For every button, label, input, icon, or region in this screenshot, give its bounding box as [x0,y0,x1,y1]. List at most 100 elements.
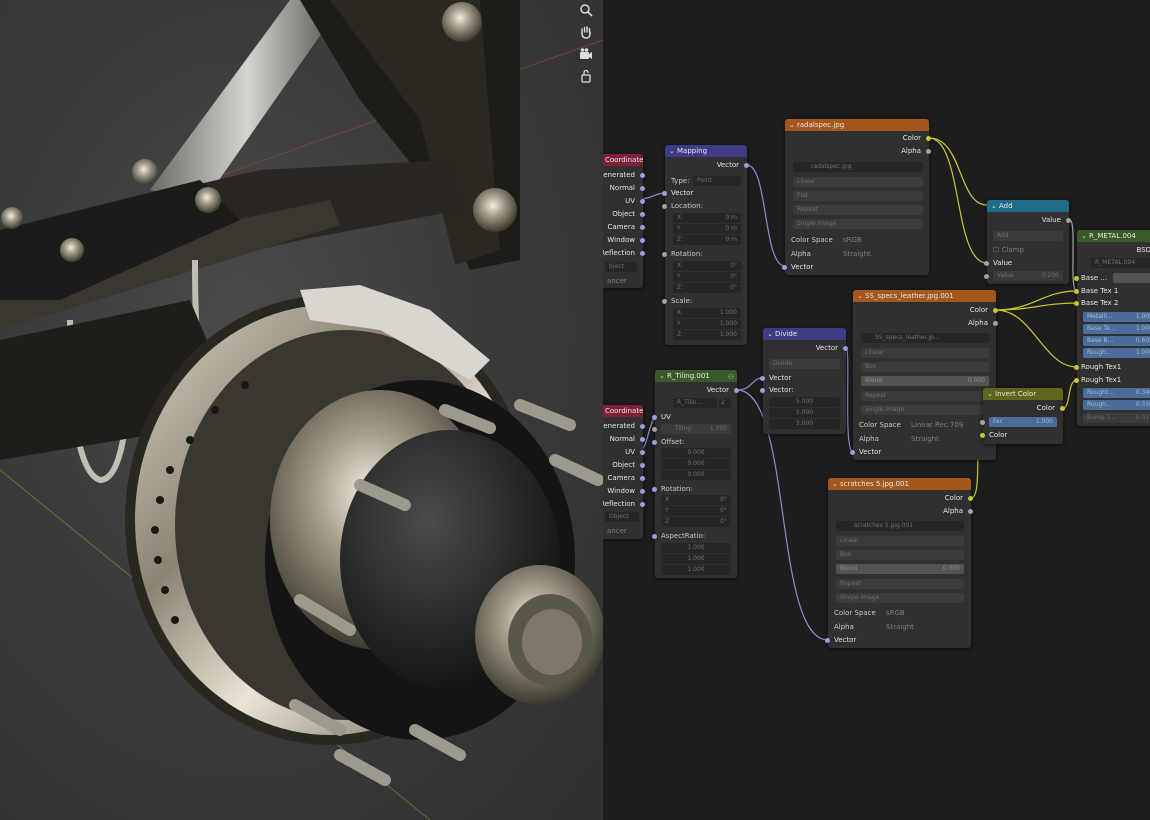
extension-dropdown[interactable]: Repeat [836,579,964,589]
color-space-value[interactable]: Linear Rec.709 [911,420,963,430]
image-texture-scratches-node[interactable]: ⌄ scratches 5.jpg.001 Color Alpha scratch… [825,478,973,648]
type-dropdown[interactable]: Point [693,176,741,186]
image-selector[interactable]: radalspec.jpg [793,162,923,172]
rotation-z[interactable]: Z 0° [673,283,741,293]
location-y[interactable]: Y0 m [673,224,741,234]
scale-x[interactable]: X 1.000 [673,308,741,318]
offset-x[interactable]: 0.000 [661,448,731,458]
texture-coordinate-node-2[interactable]: Coordinate Generated Normal UV Object Ca… [603,405,645,539]
extension-dropdown[interactable]: Repeat [793,205,923,215]
rotation-z[interactable]: Z 0° [661,517,731,527]
operation-dropdown[interactable]: Add [993,231,1063,241]
node-header: Add [999,202,1013,210]
3d-viewport[interactable] [0,0,603,820]
bsdf-output: BSDF [1136,246,1150,254]
math-add-node[interactable]: ⌄ Add Value Add ☐ Clamp Value Value 0.200 [984,200,1071,284]
interpolation-dropdown[interactable]: Linear [836,536,964,546]
tiling-field[interactable]: Tiling 1.000 [661,424,731,434]
vector-input: Vector [791,263,814,271]
projection-dropdown[interactable]: Box [861,362,989,372]
object-field[interactable]: Object [605,512,639,522]
rough-field[interactable]: Rough...0.350 [1083,400,1150,410]
node-header: Coordinate [603,154,643,166]
source-dropdown[interactable]: Single Image [836,593,964,603]
blend-field[interactable]: Blend 0.000 [861,376,989,386]
invert-color-node[interactable]: ⌄ Invert Color Color Fac 1.000 Color [980,388,1065,444]
mapping-node[interactable]: ⌄ Mapping Vector Type: Point Vector Locat… [662,145,749,345]
value-output: Value [1041,216,1061,224]
value-field[interactable]: Value 0.200 [993,271,1063,281]
group-datablock[interactable]: R_METAL.004 [1091,258,1150,268]
blend-field[interactable]: Blend 0.000 [836,564,964,574]
color-space-label: Color Space [791,236,833,244]
base-b-field[interactable]: Base B...0.600 [1083,336,1150,346]
color-space-label: Color Space [834,609,876,617]
rough-t-field[interactable]: Rought...0.340 [1083,388,1150,398]
rotation-y[interactable]: Y 0° [673,272,741,282]
base-tex1-input: Base Tex 1 [1081,287,1119,295]
camera-icon[interactable] [576,44,596,64]
divide-x[interactable]: 5.000 [769,397,840,407]
socket-window: Window [607,487,635,495]
rotation-x[interactable]: X 0° [673,261,741,271]
image-texture-leather-node[interactable]: ⌄ SS_specs_leather.jpg.001 Color Alpha SS… [850,290,998,460]
rough-tex1-input: Rough Tex1 [1081,363,1122,371]
metallic-field[interactable]: Metalli...1.000 [1083,312,1150,322]
image-selector[interactable]: scratches 5.jpg.001 [836,521,964,531]
offset-y[interactable]: 0.000 [661,459,731,469]
scale-z[interactable]: Z 1.000 [673,330,741,340]
projection-dropdown[interactable]: Flat [793,191,923,201]
socket-generated: Generated [603,422,635,430]
roughness-field[interactable]: Rough...1.000 [1083,348,1150,358]
location-label: Location: [671,202,703,210]
clamp-checkbox[interactable]: ☐ Clamp [993,245,1024,255]
scale-y[interactable]: Y 1.000 [673,319,741,329]
alpha-mode-value[interactable]: Straight [911,434,939,444]
group-datablock[interactable]: R_Tilin... [673,398,717,408]
object-field[interactable]: bject [605,262,637,272]
aspect-y[interactable]: 1.000 [661,554,731,564]
rotation-x[interactable]: X 0° [661,495,731,505]
interpolation-dropdown[interactable]: Linear [861,348,989,358]
socket-uv: UV [625,197,635,205]
vector-input: Vector [859,448,882,456]
location-z[interactable]: Z0 m [673,235,741,245]
projection-dropdown[interactable]: Box [836,550,964,560]
divide-z[interactable]: 3.000 [769,419,840,429]
texture-coordinate-node[interactable]: Coordinate Generated Normal UV Object Ca… [603,154,645,288]
image-selector[interactable]: SS_specs_leather.jp... [861,333,989,343]
tiling-group-node[interactable]: ⌄ R_Tiling.001 ⚇ Vector R_Tilin... 2 UV Ti… [652,370,739,578]
base-input: Base ... [1081,274,1107,282]
operation-dropdown[interactable]: Divide [769,359,840,369]
lock-icon[interactable] [576,66,596,86]
metal-group-node[interactable]: ⌄R_METAL.004 BSDF R_METAL.004 Base ... B… [1074,230,1150,426]
location-x[interactable]: X0 m [673,213,741,223]
hand-pan-icon[interactable] [576,22,596,42]
node-header: SS_specs_leather.jpg.001 [865,292,954,300]
aspect-x[interactable]: 1.000 [661,543,731,553]
alpha-mode-value[interactable]: Straight [843,249,871,259]
base-tex-field[interactable]: Base Te...1.000 [1083,324,1150,334]
interpolation-dropdown[interactable]: Linear [793,177,923,187]
color-space-value[interactable]: sRGB [886,608,905,618]
extension-dropdown[interactable]: Repeat [861,391,989,401]
type-label: Type: [671,177,690,185]
aspect-z[interactable]: 1.000 [661,565,731,575]
offset-z[interactable]: 0.000 [661,470,731,480]
source-dropdown[interactable]: Single Image [793,219,923,229]
vector-divide-node[interactable]: ⌄ Divide Vector Divide Vector Vector: 5.0… [760,328,848,434]
divide-y[interactable]: 5.000 [769,408,840,418]
bump-field[interactable]: Bump T...0.015 [1083,413,1150,423]
base-color-swatch[interactable] [1113,273,1150,283]
shader-node-editor[interactable]: Coordinate Generated Normal UV Object Ca… [603,0,1150,820]
fac-field[interactable]: Fac 1.000 [989,417,1057,427]
alpha-mode-value[interactable]: Straight [886,622,914,632]
source-dropdown[interactable]: Single Image [861,405,989,415]
color-space-value[interactable]: sRGB [843,235,862,245]
zoom-icon[interactable] [576,0,596,20]
user-count-badge[interactable]: 2 [719,398,731,408]
color-output: Color [969,306,988,314]
rotation-y[interactable]: Y 0° [661,506,731,516]
image-texture-radalspec-node[interactable]: ⌄ radalspec.jpg Color Alpha radalspec.jpg… [782,119,931,275]
alpha-mode-label: Alpha [791,250,811,258]
